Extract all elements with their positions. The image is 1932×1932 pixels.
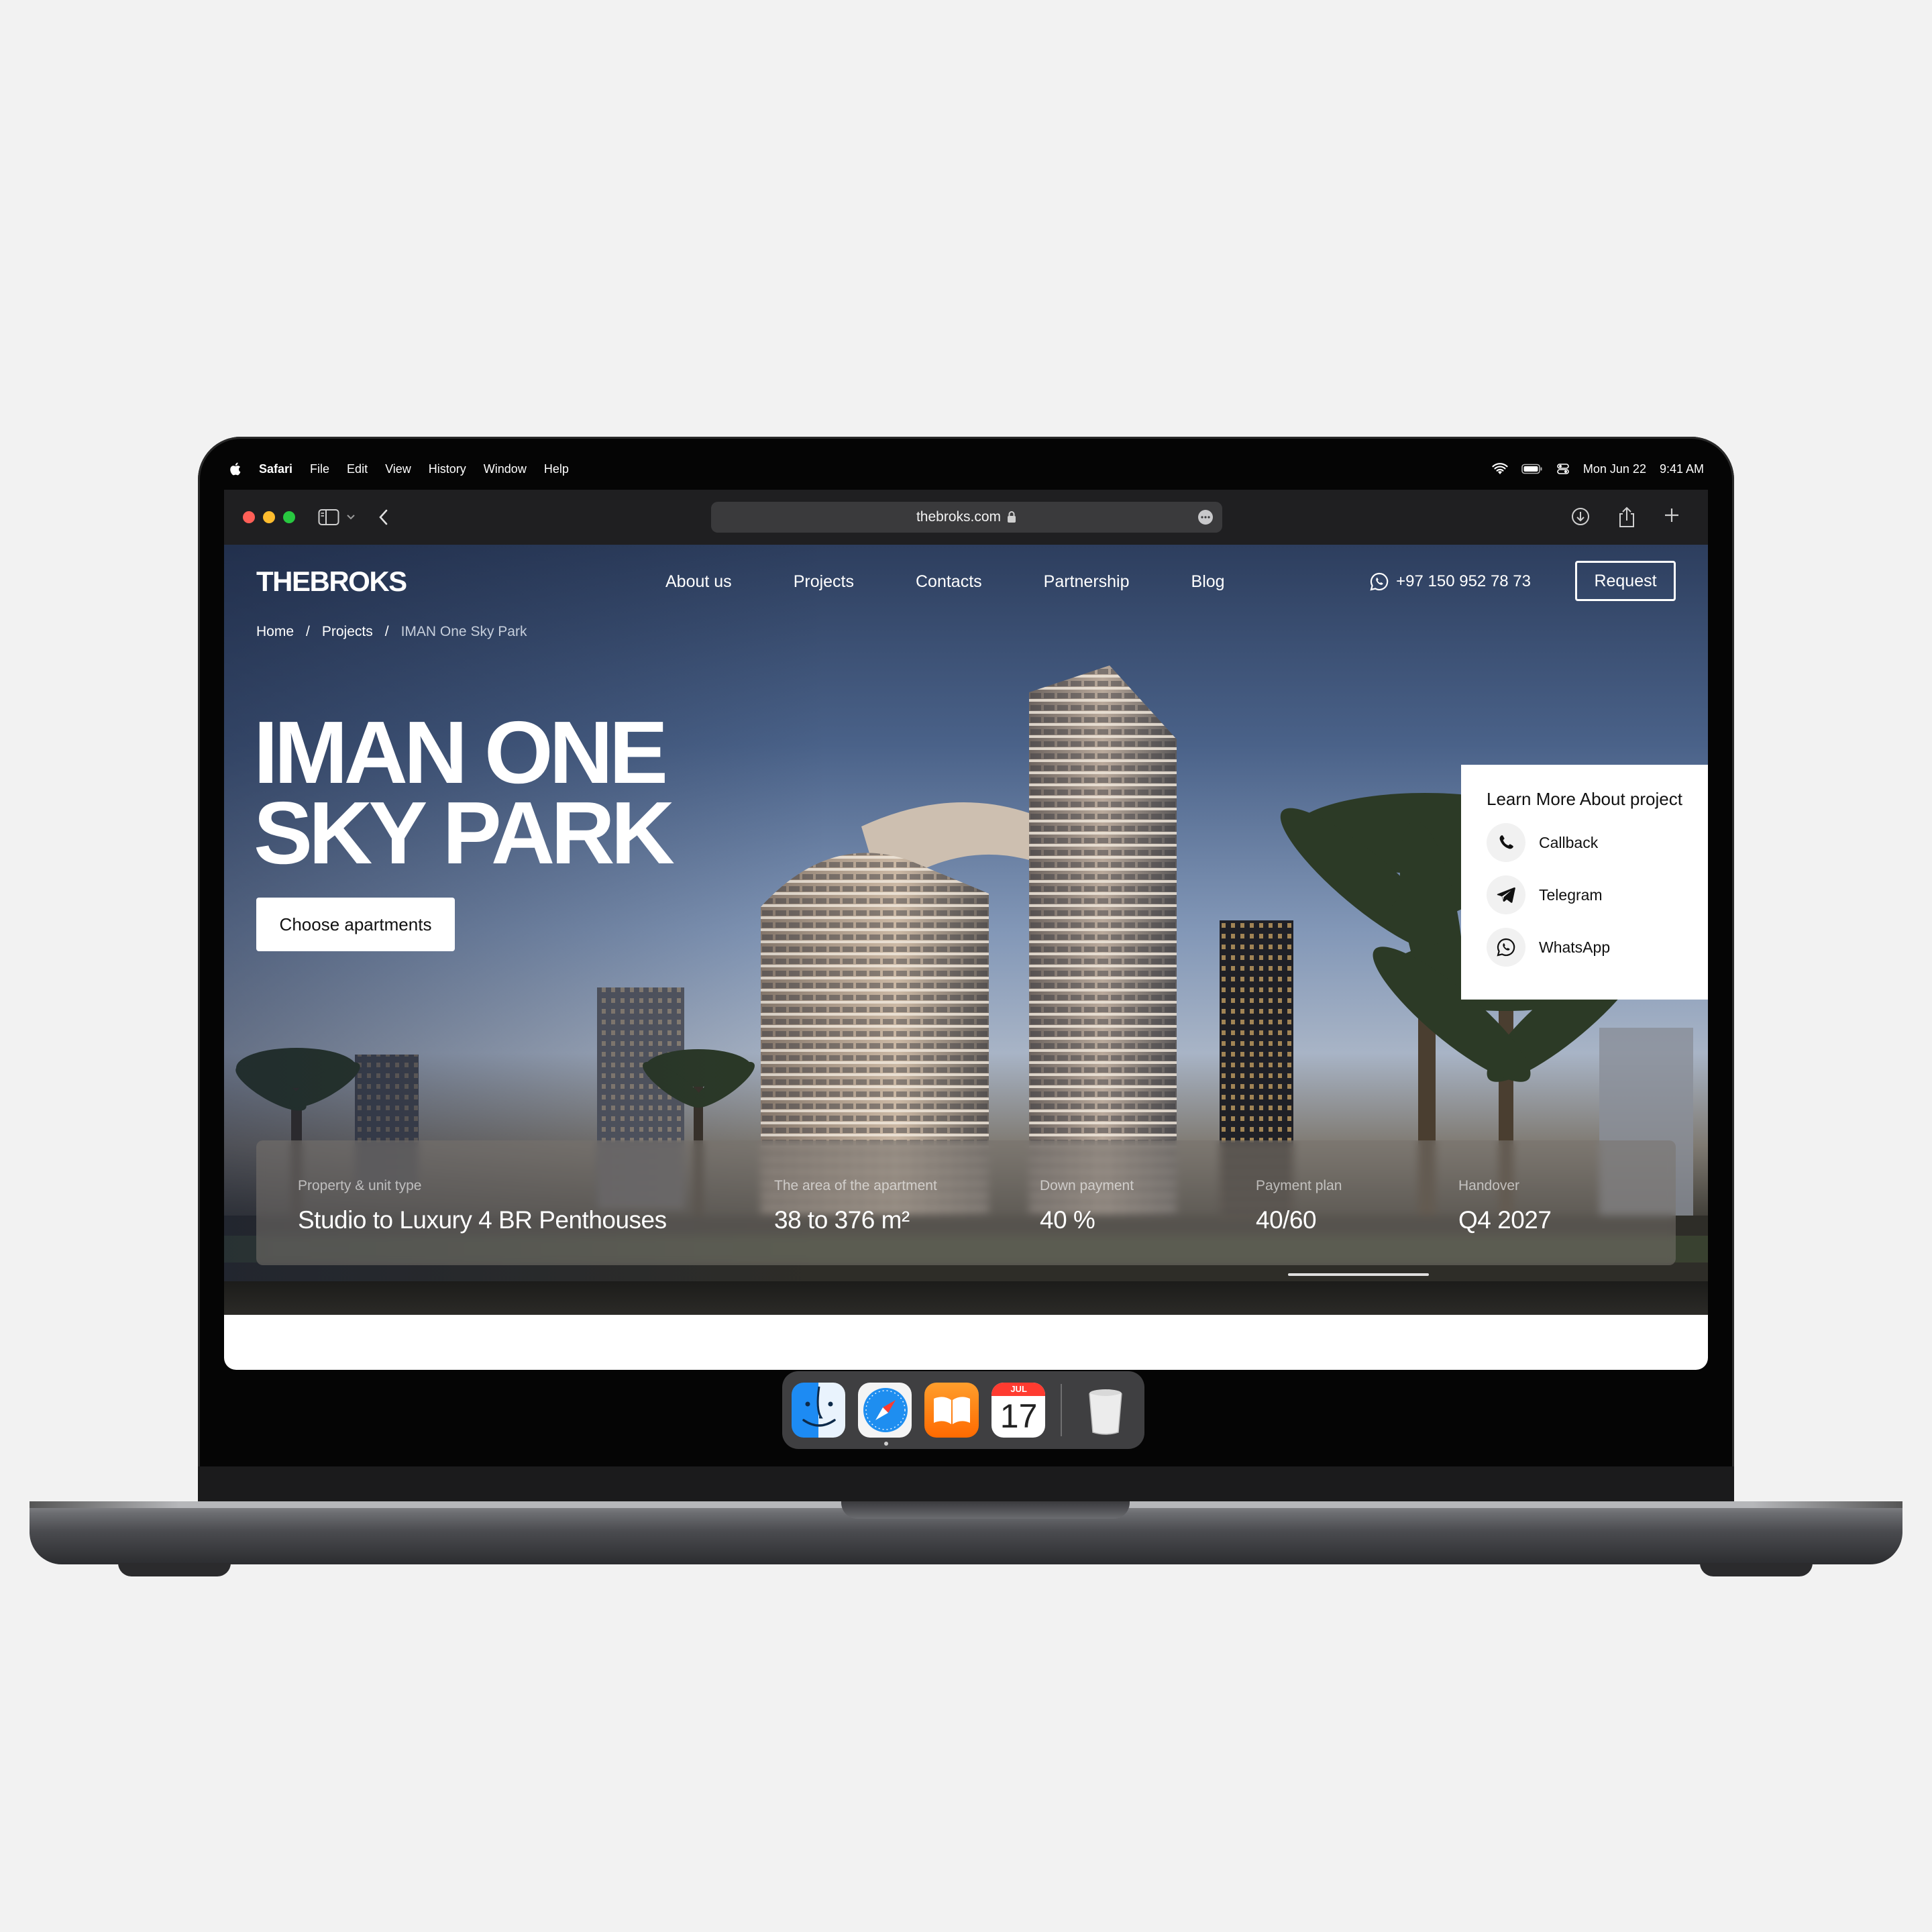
main-nav: About us Projects Contacts Partnership B…	[665, 558, 1287, 605]
menu-window[interactable]: Window	[484, 462, 527, 476]
nav-partnership[interactable]: Partnership	[1044, 572, 1130, 592]
spec-apartment-area: The area of the apartment 38 to 376 m²	[774, 1178, 937, 1234]
page-title: IMAN ONE SKY PARK	[254, 703, 675, 882]
learn-more-title: Learn More About project	[1487, 789, 1682, 809]
spec-payment-plan: Payment plan 40/60	[1256, 1178, 1342, 1234]
menu-help[interactable]: Help	[544, 462, 569, 476]
back-arrow-icon	[379, 509, 388, 525]
spec-label: Payment plan	[1256, 1178, 1342, 1193]
callback-label: Callback	[1539, 833, 1599, 851]
phone-icon	[1487, 823, 1525, 862]
project-specs-bar: Property & unit type Studio to Luxury 4 …	[256, 1140, 1676, 1265]
menu-edit[interactable]: Edit	[347, 462, 368, 476]
laptop-foot-left	[118, 1563, 231, 1576]
menu-app-safari[interactable]: Safari	[259, 462, 292, 476]
whatsapp-option[interactable]: WhatsApp	[1487, 928, 1708, 967]
page-title-line-2: SKY PARK	[254, 784, 675, 882]
spec-handover: Handover Q4 2027	[1458, 1178, 1552, 1234]
hero-bottom-strip	[224, 1281, 1708, 1315]
whatsapp-label: WhatsApp	[1539, 938, 1611, 956]
macos-menubar: Safari File Edit View History Window Hel…	[228, 456, 1704, 482]
new-tab-icon[interactable]	[1662, 506, 1681, 525]
spec-property-type: Property & unit type Studio to Luxury 4 …	[298, 1178, 667, 1234]
phone-number: +97 150 952 78 73	[1396, 572, 1531, 590]
whatsapp-icon	[1487, 928, 1525, 967]
spec-down-payment: Down payment 40 %	[1040, 1178, 1134, 1234]
phone-link[interactable]: +97 150 952 78 73	[1369, 558, 1531, 605]
spec-value: 40 %	[1040, 1206, 1095, 1234]
web-page: THEBROKS About us Projects Contacts Part…	[224, 545, 1708, 1370]
dock-separator	[1060, 1384, 1062, 1436]
whatsapp-icon	[1370, 572, 1389, 591]
sidebar-toggle-button[interactable]	[318, 508, 356, 526]
spec-value: Q4 2027	[1458, 1206, 1552, 1234]
nav-contacts[interactable]: Contacts	[916, 572, 982, 592]
menubar-date[interactable]: Mon Jun 22	[1583, 462, 1646, 476]
laptop-foot-right	[1700, 1563, 1813, 1576]
spec-label: Handover	[1458, 1178, 1520, 1193]
macos-dock: JUL 17	[782, 1371, 1144, 1449]
page-title-line-1: IMAN ONE	[254, 703, 668, 802]
share-icon[interactable]	[1617, 506, 1637, 529]
nav-blog[interactable]: Blog	[1191, 572, 1225, 592]
nav-projects[interactable]: Projects	[794, 572, 854, 592]
chevron-down-icon[interactable]	[346, 514, 356, 521]
telegram-icon	[1487, 875, 1525, 914]
breadcrumb-home[interactable]: Home	[256, 624, 294, 640]
lock-icon	[1008, 511, 1016, 523]
control-center-icon[interactable]	[1556, 462, 1570, 476]
site-logo[interactable]: THEBROKS	[256, 566, 407, 598]
breadcrumb-separator: /	[384, 624, 389, 639]
safari-running-indicator	[884, 1442, 888, 1446]
request-button[interactable]: Request	[1575, 561, 1676, 601]
nav-about-us[interactable]: About us	[665, 572, 732, 592]
laptop-notch	[841, 1501, 1130, 1519]
spec-label: The area of the apartment	[774, 1178, 937, 1193]
download-icon[interactable]	[1570, 506, 1591, 527]
choose-apartments-button[interactable]: Choose apartments	[256, 898, 455, 951]
spec-label: Property & unit type	[298, 1178, 422, 1193]
menu-file[interactable]: File	[310, 462, 329, 476]
address-bar[interactable]: thebroks.com	[711, 502, 1222, 533]
breadcrumb: Home / Projects / IMAN One Sky Park	[256, 624, 527, 640]
breadcrumb-separator: /	[306, 624, 310, 639]
calendar-month: JUL	[991, 1383, 1045, 1396]
calendar-icon[interactable]: JUL 17	[991, 1383, 1045, 1438]
menu-history[interactable]: History	[429, 462, 466, 476]
more-icon	[1201, 516, 1210, 519]
close-window-button[interactable]	[243, 511, 255, 523]
back-button[interactable]	[378, 508, 389, 526]
books-icon[interactable]	[924, 1383, 979, 1438]
telegram-option[interactable]: Telegram	[1487, 875, 1708, 914]
learn-more-panel: Learn More About project Callback Telegr…	[1461, 765, 1708, 1000]
safari-icon[interactable]	[858, 1383, 912, 1438]
laptop-bezel-bottom	[198, 1466, 1734, 1501]
sidebar-icon	[318, 509, 339, 525]
finder-icon[interactable]	[792, 1383, 846, 1438]
url-text: thebroks.com	[916, 509, 1002, 525]
telegram-label: Telegram	[1539, 885, 1603, 904]
callback-option[interactable]: Callback	[1487, 823, 1708, 862]
page-menu-button[interactable]	[1198, 510, 1213, 525]
safari-toolbar: thebroks.com	[224, 490, 1708, 545]
battery-icon[interactable]	[1521, 464, 1543, 474]
menu-view[interactable]: View	[385, 462, 411, 476]
site-header: THEBROKS About us Projects Contacts Part…	[256, 558, 1676, 605]
spec-label: Down payment	[1040, 1178, 1134, 1193]
breadcrumb-projects[interactable]: Projects	[322, 624, 373, 640]
spec-value: Studio to Luxury 4 BR Penthouses	[298, 1206, 667, 1234]
menubar-time[interactable]: 9:41 AM	[1660, 462, 1704, 476]
breadcrumb-current: IMAN One Sky Park	[400, 624, 527, 639]
apple-icon[interactable]	[228, 462, 241, 476]
minimize-window-button[interactable]	[263, 511, 275, 523]
trash-icon[interactable]	[1078, 1383, 1132, 1438]
spec-value: 38 to 376 m²	[774, 1206, 910, 1234]
spec-value: 40/60	[1256, 1206, 1317, 1234]
wifi-icon[interactable]	[1492, 463, 1508, 475]
zoom-window-button[interactable]	[283, 511, 295, 523]
calendar-day: 17	[1000, 1397, 1038, 1435]
slider-progress-indicator[interactable]	[1288, 1273, 1429, 1276]
hero-section: THEBROKS About us Projects Contacts Part…	[224, 545, 1708, 1315]
